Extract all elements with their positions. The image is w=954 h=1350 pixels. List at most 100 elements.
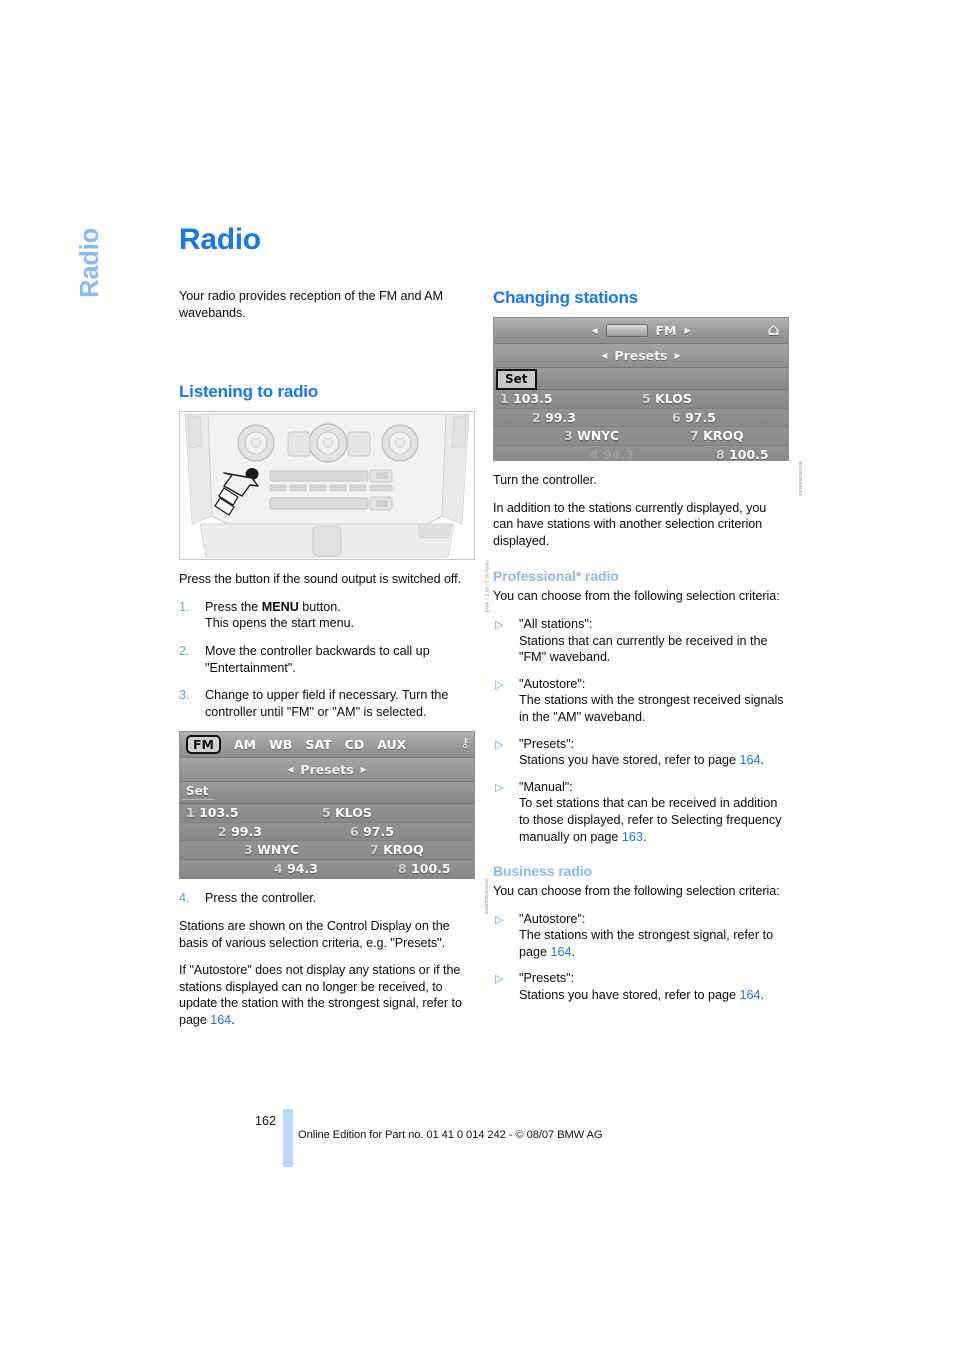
list-item-body: Stations that can currently be received … <box>519 633 768 665</box>
idrive-set-button[interactable]: Set <box>182 783 215 801</box>
triangle-bullet-icon: ▷ <box>495 913 504 926</box>
list-item-body: To set stations that can be received in … <box>519 796 782 844</box>
triangle-bullet-icon: ▷ <box>495 618 504 631</box>
step-text-line2: This opens the start menu. <box>205 616 355 631</box>
chevron-left-icon[interactable]: ◀ <box>601 351 607 360</box>
preset-cell[interactable]: 7 KROQ <box>370 841 424 858</box>
lock-icon: ⚷ <box>460 736 470 752</box>
page-reference-164[interactable]: 164 <box>551 945 572 959</box>
preset-cell[interactable]: 1 103.5 <box>500 390 553 407</box>
triangle-bullet-icon: ▷ <box>495 973 504 986</box>
preset-cell[interactable]: 2 99.3 <box>532 409 576 426</box>
page-footer: 162 Online Edition for Part no. 01 41 0 … <box>0 1108 954 1178</box>
preset-cell[interactable]: 7 KROQ <box>690 427 744 444</box>
step-text-after: button. <box>298 599 341 614</box>
page-reference-164[interactable]: 164 <box>210 1013 231 1027</box>
list-item: ▷ "Manual": To set stations that can be … <box>495 779 782 844</box>
chevron-left-icon[interactable]: ◀ <box>287 765 293 774</box>
step-text-before: Press the <box>205 599 262 614</box>
chevron-left-icon[interactable]: ◀ <box>591 326 597 335</box>
left-column: Your radio provides reception of the FM … <box>179 288 489 1040</box>
chevron-right-icon[interactable]: ▶ <box>675 351 681 360</box>
intro-paragraph: Your radio provides reception of the FM … <box>179 289 443 320</box>
paragraph-business-intro: You can choose from the following select… <box>493 884 780 899</box>
page-reference-163[interactable]: 163 <box>622 830 643 844</box>
section-heading-listening: Listening to radio <box>179 382 319 402</box>
dashboard-illustration <box>179 411 475 561</box>
list-item: ▷ "Presets": Stations you have stored, r… <box>495 971 765 1003</box>
idrive-tab-aux[interactable]: AUX <box>377 737 406 752</box>
preset-cell[interactable]: 6 97.5 <box>672 409 716 426</box>
subheading-professional-radio: Professional* radio <box>493 568 619 585</box>
step-item-3: 3. Change to upper field if necessary. T… <box>179 687 475 720</box>
right-column: Changing stations ◀ FM ▶ ⌂ ◀ Presets ▶ S… <box>493 288 803 1014</box>
idrive-band-label: FM <box>655 323 677 338</box>
idrive-set-bar: Set <box>494 368 788 390</box>
idrive-band-tabs: FM AM WB SAT CD AUX ⚷ <box>180 732 474 759</box>
idrive-presets-bar: ◀ Presets ▶ <box>494 344 788 368</box>
idrive-set-button[interactable]: Set <box>496 369 537 390</box>
preset-cell[interactable]: 8 100.5 <box>398 860 451 877</box>
idrive-preset-grid: 1 103.5 5 KLOS 2 99.3 6 97.5 3 WNYC 7 KR… <box>494 390 788 460</box>
chapter-tab: Radio <box>0 218 180 308</box>
figure-dashboard: BMW 7 E 65 / E 66 Radio <box>179 411 489 613</box>
idrive-tab-wb[interactable]: WB <box>269 737 292 752</box>
subheading-business-radio: Business radio <box>493 863 592 880</box>
idrive-display-changing: ◀ FM ▶ ⌂ ◀ Presets ▶ Set 1 103.5 5 KLOS … <box>493 317 789 461</box>
paragraph-turn-controller: Turn the controller. <box>493 473 597 487</box>
figure-id-code: BMW0000000GB <box>484 879 489 915</box>
triangle-bullet-icon: ▷ <box>495 678 504 691</box>
chevron-right-icon[interactable]: ▶ <box>684 326 690 335</box>
preset-cell[interactable]: 6 97.5 <box>350 823 394 840</box>
paragraph-in-addition: In addition to the stations currently di… <box>493 500 767 548</box>
list-item-body: Stations you have stored, refer to page <box>519 753 740 768</box>
preset-row: 4 94.3 8 100.5 <box>494 445 788 461</box>
preset-row: 2 99.3 6 97.5 <box>180 822 474 842</box>
step-text: Change to upper field if necessary. Turn… <box>205 688 449 719</box>
idrive-preset-grid: 1 103.5 5 KLOS 2 99.3 6 97.5 3 WNYC 7 KR… <box>180 804 474 879</box>
preset-cell[interactable]: 1 103.5 <box>186 804 239 821</box>
home-icon[interactable]: ⌂ <box>765 321 782 340</box>
page-reference-164[interactable]: 164 <box>740 988 761 1002</box>
step-text: Move the controller backwards to call up… <box>205 643 430 675</box>
list-item: ▷ "Presets": Stations you have stored, r… <box>495 736 765 768</box>
idrive-presets-label: Presets <box>614 348 668 363</box>
paragraph-press-button: Press the button if the sound output is … <box>179 572 462 587</box>
chevron-right-icon[interactable]: ▶ <box>361 765 367 774</box>
paragraph-stations-shown: Stations are shown on the Control Displa… <box>179 918 450 950</box>
page-reference-164[interactable]: 164 <box>740 753 761 767</box>
list-item-title: "Autostore": <box>519 676 586 691</box>
preset-cell[interactable]: 5 KLOS <box>642 390 692 407</box>
list-item: ▷ "Autostore": The stations with the str… <box>493 676 789 726</box>
steps-list-continued: 4. Press the controller. <box>179 890 475 907</box>
idrive-tab-cd[interactable]: CD <box>345 737 365 752</box>
margin-bar <box>283 1109 293 1167</box>
page-number: 162 <box>255 1114 277 1128</box>
idrive-tab-sat[interactable]: SAT <box>305 737 331 752</box>
professional-criteria-list: ▷ "All stations": Stations that can curr… <box>493 616 789 845</box>
paragraph-autostore-note: If "Autostore" does not display any stat… <box>179 963 462 1027</box>
idrive-tab-fm[interactable]: FM <box>186 735 221 755</box>
list-item-body: The stations with the strongest received… <box>519 693 784 724</box>
step-number: 3. <box>179 688 190 703</box>
idrive-tab-am[interactable]: AM <box>234 737 256 752</box>
manual-page: Radio Radio Your radio provides receptio… <box>0 0 954 1350</box>
preset-row: 3 WNYC 7 KROQ <box>494 427 788 446</box>
radio-chip-icon <box>605 324 648 337</box>
section-heading-changing-stations: Changing stations <box>493 288 638 307</box>
list-item-title: "Manual": <box>519 779 573 794</box>
imprint-text: Online Edition for Part no. 01 41 0 014 … <box>298 1129 603 1141</box>
steps-list: 1. Press the MENU button. This opens the… <box>179 599 475 721</box>
list-item: ▷ "Autostore": The stations with the str… <box>495 911 774 959</box>
preset-cell[interactable]: 8 100.5 <box>716 446 769 461</box>
preset-cell[interactable]: 5 KLOS <box>322 804 372 821</box>
list-item-title: "Presets": <box>519 736 575 751</box>
menu-keyword: MENU <box>261 599 299 614</box>
preset-cell[interactable]: 3 WNYC <box>564 427 619 444</box>
preset-cell[interactable]: 4 94.3 <box>274 860 318 877</box>
preset-cell[interactable]: 2 99.3 <box>218 823 262 840</box>
preset-row: 4 94.3 8 100.5 <box>180 859 474 879</box>
step-number: 4. <box>179 891 190 906</box>
preset-cell[interactable]: 4 94.3 <box>590 446 634 461</box>
preset-cell[interactable]: 3 WNYC <box>244 841 299 858</box>
